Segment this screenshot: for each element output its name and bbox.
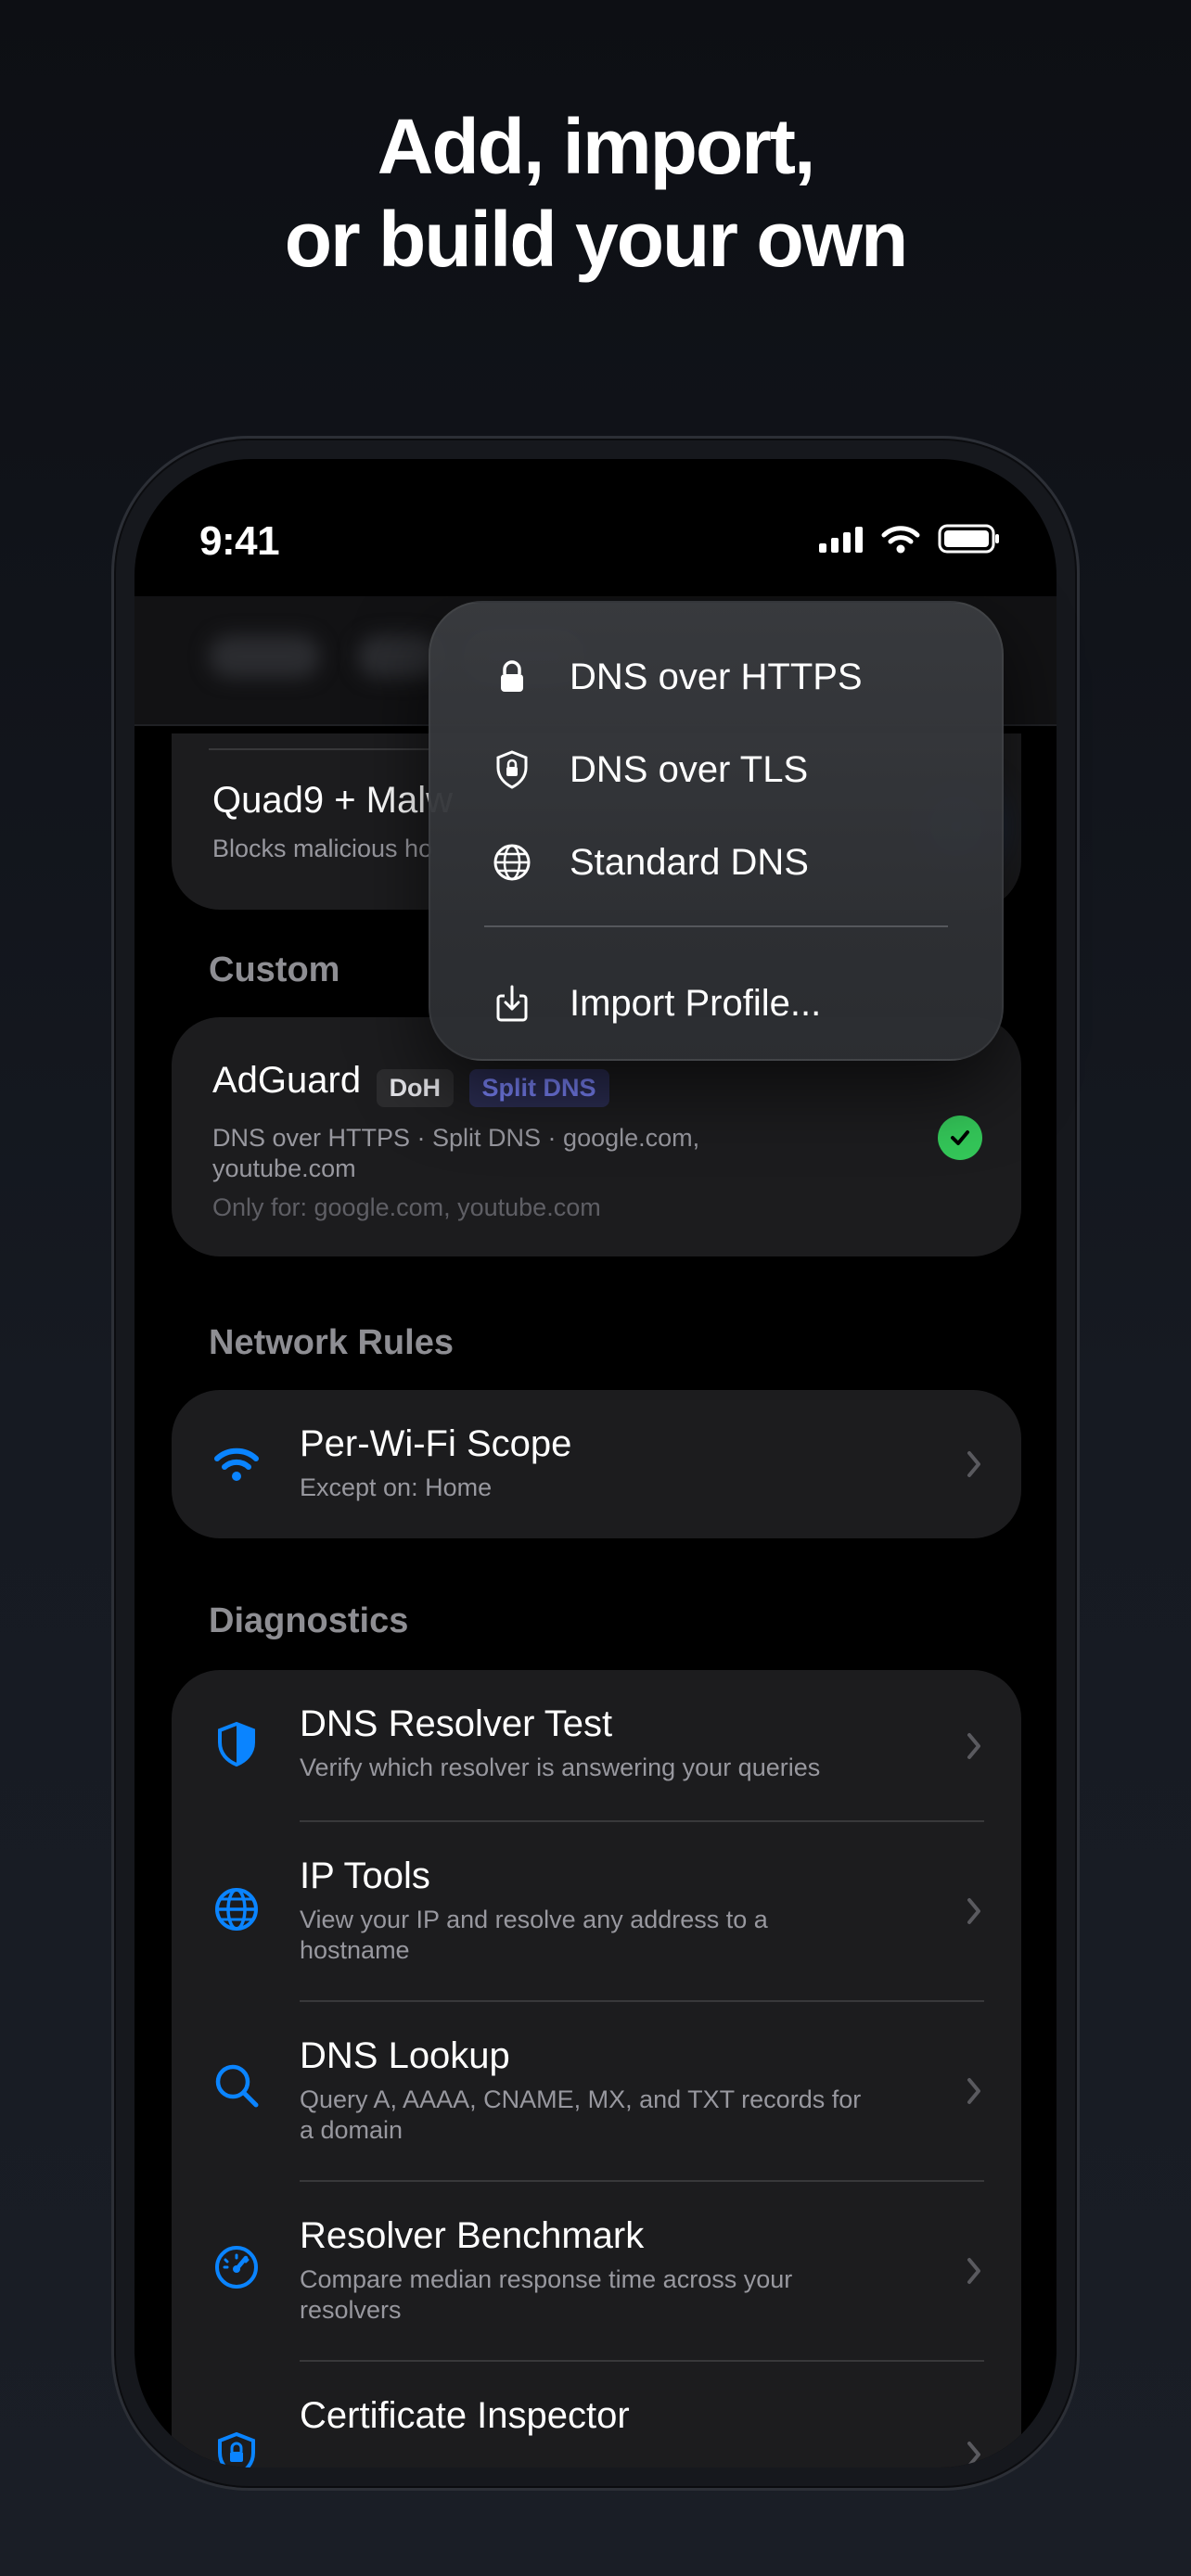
shield-lock-icon xyxy=(496,750,528,789)
menu-divider xyxy=(484,925,948,927)
search-icon xyxy=(215,2064,259,2108)
dns-resolver-test-row[interactable]: DNS Resolver Test Verify which resolver … xyxy=(172,1670,1021,1820)
chevron-right-icon xyxy=(967,1898,980,1924)
menu-label-dns-over-tls: DNS over TLS xyxy=(570,749,809,790)
adguard-subtitle: DNS over HTTPS · Split DNS · google.com,… xyxy=(212,1124,700,1182)
adguard-title: AdGuard xyxy=(212,1060,362,1101)
dns-resolver-test-subtitle: Verify which resolver is answering your … xyxy=(300,1753,821,1781)
network-rules-section-header: Network Rules xyxy=(209,1323,454,1362)
custom-section-header: Custom xyxy=(209,950,340,989)
status-bar: 9:41 xyxy=(134,459,1057,598)
chevron-right-icon xyxy=(967,1733,980,1759)
headline-line-1: Add, import, xyxy=(377,103,816,190)
battery-icon xyxy=(938,524,999,554)
selected-check-icon xyxy=(938,1116,982,1160)
status-icons xyxy=(819,524,1001,554)
chevron-right-icon xyxy=(967,2258,980,2284)
shield-icon xyxy=(218,1721,255,1767)
per-wifi-scope-row[interactable]: Per-Wi-Fi Scope Except on: Home xyxy=(172,1390,1021,1538)
status-time: 9:41 xyxy=(199,518,280,564)
wifi-icon xyxy=(214,1447,259,1481)
globe-icon xyxy=(493,844,531,881)
certificate-inspector-row[interactable]: Certificate Inspector xyxy=(172,2362,1021,2468)
lock-icon xyxy=(501,660,523,692)
wifi-status-icon xyxy=(881,526,920,554)
network-rules-card: Per-Wi-Fi Scope Except on: Home xyxy=(172,1390,1021,1538)
menu-item-dns-over-https[interactable]: DNS over HTTPS xyxy=(430,640,1002,714)
menu-item-dns-over-tls[interactable]: DNS over TLS xyxy=(430,733,1002,807)
chevron-right-icon xyxy=(967,2078,980,2104)
globe-icon xyxy=(215,1888,258,1931)
split-dns-badge: Split DNS xyxy=(468,1069,609,1108)
per-wifi-scope-title: Per-Wi-Fi Scope xyxy=(300,1423,572,1464)
menu-label-standard-dns: Standard DNS xyxy=(570,842,809,883)
resolver-benchmark-title: Resolver Benchmark xyxy=(300,2215,645,2256)
lock-shield-icon xyxy=(218,2431,255,2468)
dns-lookup-row[interactable]: DNS Lookup Query A, AAAA, CNAME, MX, and… xyxy=(172,2002,1021,2180)
per-wifi-scope-subtitle: Except on: Home xyxy=(300,1473,493,1501)
quad9-subtitle: Blocks malicious ho xyxy=(212,835,433,862)
chevron-right-icon xyxy=(967,1451,980,1477)
menu-item-standard-dns[interactable]: Standard DNS xyxy=(430,825,1002,899)
resolver-benchmark-subtitle: Compare median response time across your… xyxy=(300,2265,793,2324)
diagnostics-card: DNS Resolver Test Verify which resolver … xyxy=(172,1670,1021,2468)
import-icon xyxy=(496,985,528,1022)
resolver-benchmark-row[interactable]: Resolver Benchmark Compare median respon… xyxy=(172,2182,1021,2360)
ip-tools-title: IP Tools xyxy=(300,1855,430,1896)
cellular-signal-icon xyxy=(819,527,863,553)
diagnostics-section-header: Diagnostics xyxy=(209,1601,409,1640)
headline-line-2: or build your own xyxy=(284,196,909,283)
menu-item-import-profile[interactable]: Import Profile... xyxy=(430,966,1002,1040)
ip-tools-subtitle: View your IP and resolve any address to … xyxy=(300,1906,768,1964)
menu-label-import-profile: Import Profile... xyxy=(570,983,822,1024)
headline: Add, import, or build your own xyxy=(0,100,1191,286)
menu-label-dns-over-https: DNS over HTTPS xyxy=(570,657,863,697)
quad9-title: Quad9 + Malw xyxy=(212,780,454,821)
chevron-right-icon xyxy=(967,2442,980,2468)
speedometer-icon xyxy=(215,2246,258,2289)
certificate-inspector-title: Certificate Inspector xyxy=(300,2395,630,2436)
dns-resolver-test-title: DNS Resolver Test xyxy=(300,1703,613,1744)
dns-lookup-subtitle: Query A, AAAA, CNAME, MX, and TXT record… xyxy=(300,2085,862,2144)
ip-tools-row[interactable]: IP Tools View your IP and resolve any ad… xyxy=(172,1822,1021,2000)
doh-badge: DoH xyxy=(376,1069,455,1108)
adguard-detail: Only for: google.com, youtube.com xyxy=(212,1193,601,1221)
dns-lookup-title: DNS Lookup xyxy=(300,2035,510,2076)
add-profile-menu: DNS over HTTPS DNS over TLS Standard DNS… xyxy=(429,601,1004,1061)
